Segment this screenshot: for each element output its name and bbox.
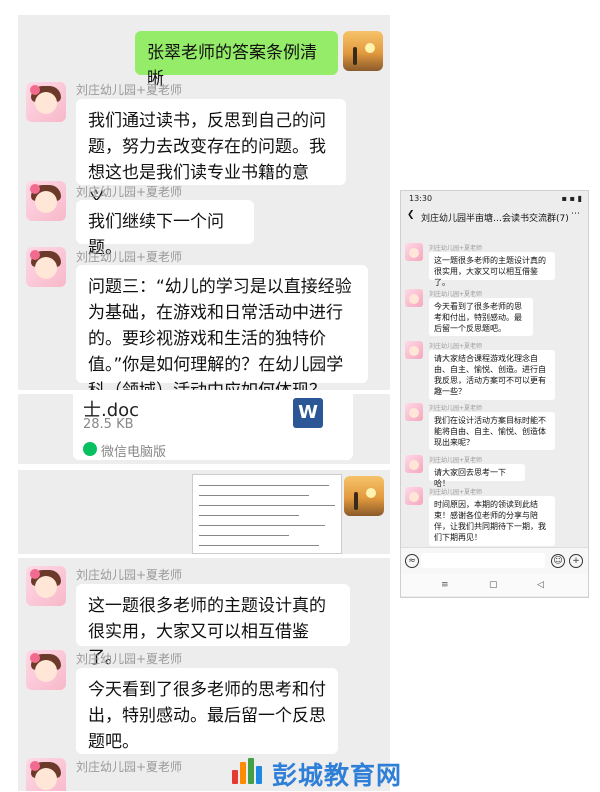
more-icon[interactable]: ⋯ [571,209,580,219]
emoji-icon[interactable]: ☺ [551,554,565,568]
sender-name: 刘庄幼儿园+夏老师 [429,405,483,412]
avatar[interactable] [405,243,423,261]
message-text: 请大家结合课程游戏化理念自由、自主、愉悦、创造。进行自我反思，活动方案可不可以更… [434,354,546,396]
plus-icon[interactable]: + [569,554,583,568]
sender-name: 刘庄幼儿园+夏老师 [76,185,183,199]
message-text: 今天看到了很多老师的思考和付出，特别感动。最后留一个反思题吧。 [88,680,326,752]
avatar[interactable] [405,455,423,473]
message-text: 问题三：“幼儿的学习是以直接经验为基础，在游戏和日常活动中进行的。要珍视游戏和生… [88,277,352,390]
sender-name: 刘庄幼儿园+夏老师 [76,83,183,97]
message-text: 这一题很多老师的主题设计真的很实用，大家又可以相互借鉴了。 [434,256,546,287]
avatar[interactable] [405,403,423,421]
avatar[interactable] [26,650,66,690]
chat-title: 刘庄幼儿园半亩塘…会读书交流群(7) [421,214,569,224]
chat-header: ❮ 刘庄幼儿园半亩塘…会读书交流群(7) ⋯ [401,205,588,227]
top-chat-panel: 张翠老师的答案条例清晰 刘庄幼儿园+夏老师 我们通过读书，反思到自己的问题，努力… [18,15,390,390]
word-file-icon: W [293,398,323,428]
message-text: 我们在设计活动方案目标时能不能将自由、自主、愉悦、创造体现出来呢？ [434,416,546,447]
file-size: 28.5 KB [83,417,134,432]
avatar[interactable] [405,289,423,307]
message-bubble[interactable]: 请大家结合课程游戏化理念自由、自主、愉悦、创造。进行自我反思，活动方案可不可以更… [429,350,555,400]
doc-image-panel [18,470,390,554]
message-bubble[interactable]: 这一题很多老师的主题设计真的很实用，大家又可以相互借鉴了。 [76,584,350,668]
voice-icon[interactable]: ≈ [405,554,419,568]
avatar[interactable] [26,181,66,221]
status-icons: ▪ ▪ ▮ [561,194,582,203]
back-icon[interactable]: ❮ [407,210,415,220]
home-icon[interactable]: ▢ [489,580,498,590]
my-message-bubble[interactable]: 张翠老师的答案条例清晰 [135,31,338,89]
sender-name: 刘庄幼儿园+夏老师 [429,291,483,298]
message-bubble[interactable]: 时间原因，本期的领读到此结束！感谢各位老师的分享与陪伴，让我们共同期待下一期，我… [429,496,555,546]
sender-name: 刘庄幼儿园+夏老师 [429,245,483,252]
avatar[interactable] [26,247,66,287]
file-source: 微信电脑版 [101,445,167,460]
sender-name: 刘庄幼儿园+夏老师 [76,568,183,582]
message-bubble[interactable]: 我们继续下一个问题。 [76,200,254,258]
message-text: 时间原因，本期的领读到此结束！感谢各位老师的分享与陪伴，让我们共同期待下一期，我… [434,500,546,542]
my-avatar[interactable] [344,476,384,516]
avatar[interactable] [26,566,66,606]
book-logo-icon [232,756,264,784]
file-card-panel: 士.doc 28.5 KB W 微信电脑版 [18,394,390,464]
message-text: 今天看到了很多老师的思考和付出，特别感动。最后留一个反思题吧。 [434,302,522,333]
message-bubble[interactable]: 我们在设计活动方案目标时能不能将自由、自主、愉悦、创造体现出来呢？ [429,412,555,450]
message-bubble[interactable]: 今天看到了很多老师的思考和付出，特别感动。最后留一个反思题吧。 [429,298,533,336]
message-bubble[interactable]: 今天看到了很多老师的思考和付出，特别感动。最后留一个反思题吧。 [76,668,338,754]
file-card[interactable]: 士.doc 28.5 KB W 微信电脑版 [73,394,353,460]
input-bar: ≈ ☺ + [401,547,588,574]
sender-name: 刘庄幼儿园+夏老师 [76,760,183,774]
wechat-icon [83,442,97,456]
document-thumbnail[interactable] [192,474,342,554]
watermark-text: 彭城教育网 [272,761,403,790]
message-bubble[interactable]: 我们通过读书，反思到自己的问题，努力去改变存在的问题。我想这也是我们读专业书籍的… [76,99,346,209]
sender-name: 刘庄幼儿园+夏老师 [429,457,483,464]
avatar[interactable] [26,82,66,122]
sender-name: 刘庄幼儿园+夏老师 [76,652,183,666]
phone-screenshot: 13:30 ▪ ▪ ▮ ❮ 刘庄幼儿园半亩塘…会读书交流群(7) ⋯ 刘庄幼儿园… [400,190,589,598]
status-bar: 13:30 ▪ ▪ ▮ [401,191,588,205]
menu-icon[interactable]: ≡ [441,580,449,590]
sender-name: 刘庄幼儿园+夏老师 [429,489,483,496]
message-bubble[interactable]: 问题三：“幼儿的学习是以直接经验为基础，在游戏和日常活动中进行的。要珍视游戏和生… [76,265,368,390]
sender-name: 刘庄幼儿园+夏老师 [429,343,483,350]
message-input[interactable] [421,553,545,568]
message-bubble[interactable]: 这一题很多老师的主题设计真的很实用，大家又可以相互借鉴了。 [429,252,555,287]
back-nav-icon[interactable]: ◁ [537,580,544,590]
message-bubble[interactable]: 请大家回去思考一下哈！ [429,464,525,488]
avatar[interactable] [26,758,66,791]
avatar[interactable] [405,341,423,359]
nav-bar: ≡ ▢ ◁ [401,574,588,596]
avatar[interactable] [405,487,423,505]
status-time: 13:30 [409,194,433,203]
sender-name: 刘庄幼儿园+夏老师 [76,250,183,264]
my-avatar[interactable] [343,31,383,71]
message-text: 请大家回去思考一下哈！ [434,468,506,488]
